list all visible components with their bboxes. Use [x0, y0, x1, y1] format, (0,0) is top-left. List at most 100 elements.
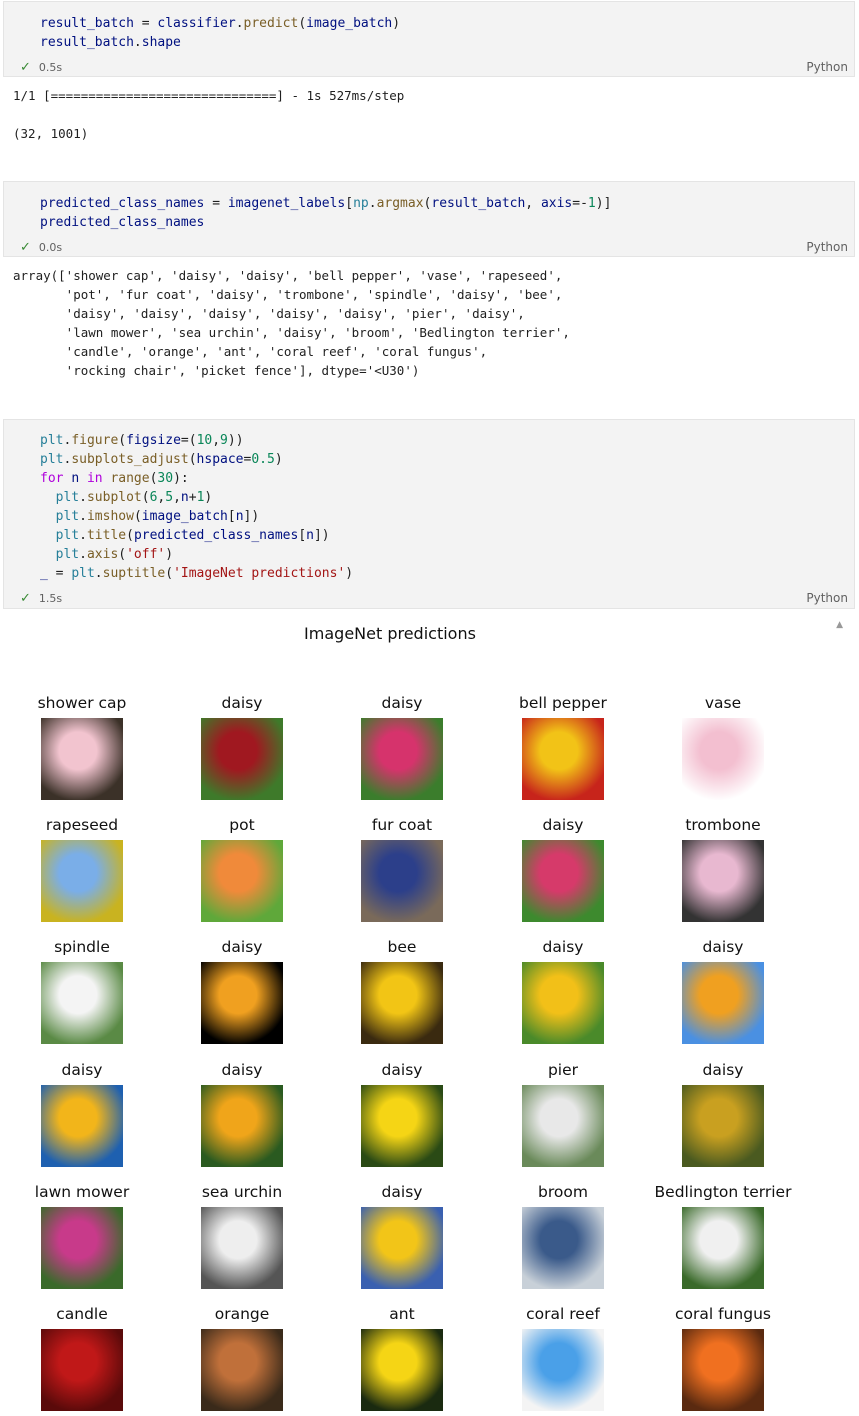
code-token: ])	[243, 509, 260, 524]
code-token: title	[86, 528, 127, 543]
output-line: 'lawn mower', 'sea urchin', 'daisy', 'br…	[13, 325, 570, 340]
code-cell-3[interactable]: plt.figure(figsize=(10,9)) plt.subplots_a…	[3, 419, 855, 609]
flower-image	[522, 1085, 604, 1167]
code-token: )	[345, 566, 354, 581]
code-token: .	[235, 16, 244, 31]
code-line: plt.subplots_adjust(hspace=0.5)	[40, 450, 353, 469]
code-line: for n in range(30):	[40, 469, 353, 488]
prediction-label: pier	[547, 1061, 579, 1079]
code-token: (	[118, 433, 127, 448]
code-token: n	[235, 509, 244, 524]
prediction-label: spindle	[54, 938, 110, 956]
code-token: .	[368, 196, 377, 211]
output-line: 'candle', 'orange', 'ant', 'coral reef',…	[13, 344, 488, 359]
code-token: 10	[196, 433, 213, 448]
language-label[interactable]: Python	[806, 591, 848, 605]
prediction-label: rapeseed	[45, 816, 119, 834]
code-editor[interactable]: predicted_class_names = imagenet_labels[…	[40, 194, 611, 232]
prediction-label: daisy	[61, 1061, 103, 1079]
code-token: 5	[165, 490, 174, 505]
flower-image	[41, 1085, 123, 1167]
code-cell-2[interactable]: predicted_class_names = imagenet_labels[…	[3, 181, 855, 257]
figure-suptitle: ImageNet predictions	[304, 624, 476, 643]
code-token: predicted_class_names	[40, 215, 205, 230]
output-line: 1/1 [==============================] - 1…	[13, 88, 405, 103]
code-line: plt.figure(figsize=(10,9))	[40, 431, 353, 450]
code-token: ,	[525, 196, 541, 211]
success-check-icon: ✓	[20, 60, 31, 75]
code-token: 30	[157, 471, 174, 486]
flower-image	[41, 1207, 123, 1289]
flower-image	[682, 962, 764, 1044]
prediction-label: ant	[389, 1305, 415, 1323]
flower-image	[41, 962, 123, 1044]
output-line: 'daisy', 'daisy', 'daisy', 'daisy', 'dai…	[13, 306, 525, 321]
success-check-icon: ✓	[20, 591, 31, 606]
code-token: plt	[55, 490, 80, 505]
prediction-label: daisy	[542, 816, 584, 834]
code-token: n	[306, 528, 314, 543]
prediction-label: daisy	[221, 1061, 263, 1079]
code-token: )	[204, 490, 213, 505]
code-token: axis	[540, 196, 573, 211]
code-token: +	[188, 490, 197, 505]
code-line: predicted_class_names = imagenet_labels[…	[40, 194, 611, 213]
language-label[interactable]: Python	[806, 240, 848, 254]
code-token: result_batch	[40, 35, 134, 50]
code-token: suptitle	[102, 566, 166, 581]
prediction-label: pot	[229, 816, 255, 834]
code-editor[interactable]: plt.figure(figsize=(10,9)) plt.subplots_a…	[40, 431, 353, 583]
code-token: 1	[587, 196, 596, 211]
flower-image	[682, 840, 764, 922]
code-editor[interactable]: result_batch = classifier.predict(image_…	[40, 14, 400, 52]
flower-image	[522, 840, 604, 922]
code-token: 'ImageNet predictions'	[173, 566, 346, 581]
code-token: .	[79, 509, 87, 524]
prediction-label: broom	[538, 1183, 588, 1201]
code-line: _ = plt.suptitle('ImageNet predictions')	[40, 564, 353, 583]
code-token: in	[86, 471, 103, 486]
flower-image	[41, 718, 123, 800]
code-token: )	[392, 16, 401, 31]
language-label[interactable]: Python	[806, 60, 848, 74]
code-token: np	[353, 196, 369, 211]
code-token: 9	[220, 433, 228, 448]
flower-image	[682, 718, 764, 800]
prediction-label: coral reef	[526, 1305, 600, 1323]
code-token: ))	[227, 433, 244, 448]
collapse-caret-icon[interactable]: ▲	[836, 620, 843, 630]
flower-image	[201, 1085, 283, 1167]
code-cell-1[interactable]: result_batch = classifier.predict(image_…	[3, 1, 855, 77]
output-line: 'pot', 'fur coat', 'daisy', 'trombone', …	[13, 287, 563, 302]
code-token: plt	[40, 433, 64, 448]
flower-image	[41, 1329, 123, 1411]
cell-output: 1/1 [==============================] - 1…	[13, 86, 404, 143]
success-check-icon: ✓	[20, 240, 31, 255]
code-token: =	[47, 566, 72, 581]
prediction-label: Bedlington terrier	[654, 1183, 792, 1201]
prediction-label: daisy	[702, 938, 744, 956]
prediction-label: fur coat	[371, 816, 433, 834]
prediction-label: bell pepper	[519, 694, 607, 712]
code-token: ])	[313, 528, 330, 543]
prediction-label: daisy	[221, 938, 263, 956]
output-line: 'rocking chair', 'picket fence'], dtype=…	[13, 363, 420, 378]
code-token: result_batch	[40, 16, 134, 31]
code-token: ,	[212, 433, 221, 448]
code-token: =	[204, 196, 228, 211]
code-token: ):	[173, 471, 189, 486]
code-token: axis	[86, 547, 119, 562]
code-token: n	[71, 471, 80, 486]
flower-image	[522, 718, 604, 800]
code-token: argmax	[376, 196, 424, 211]
prediction-label: vase	[704, 694, 742, 712]
code-token: figsize	[126, 433, 181, 448]
flower-image	[201, 962, 283, 1044]
code-token: figure	[71, 433, 119, 448]
code-token: (	[165, 566, 174, 581]
code-token: classifier	[157, 16, 236, 31]
